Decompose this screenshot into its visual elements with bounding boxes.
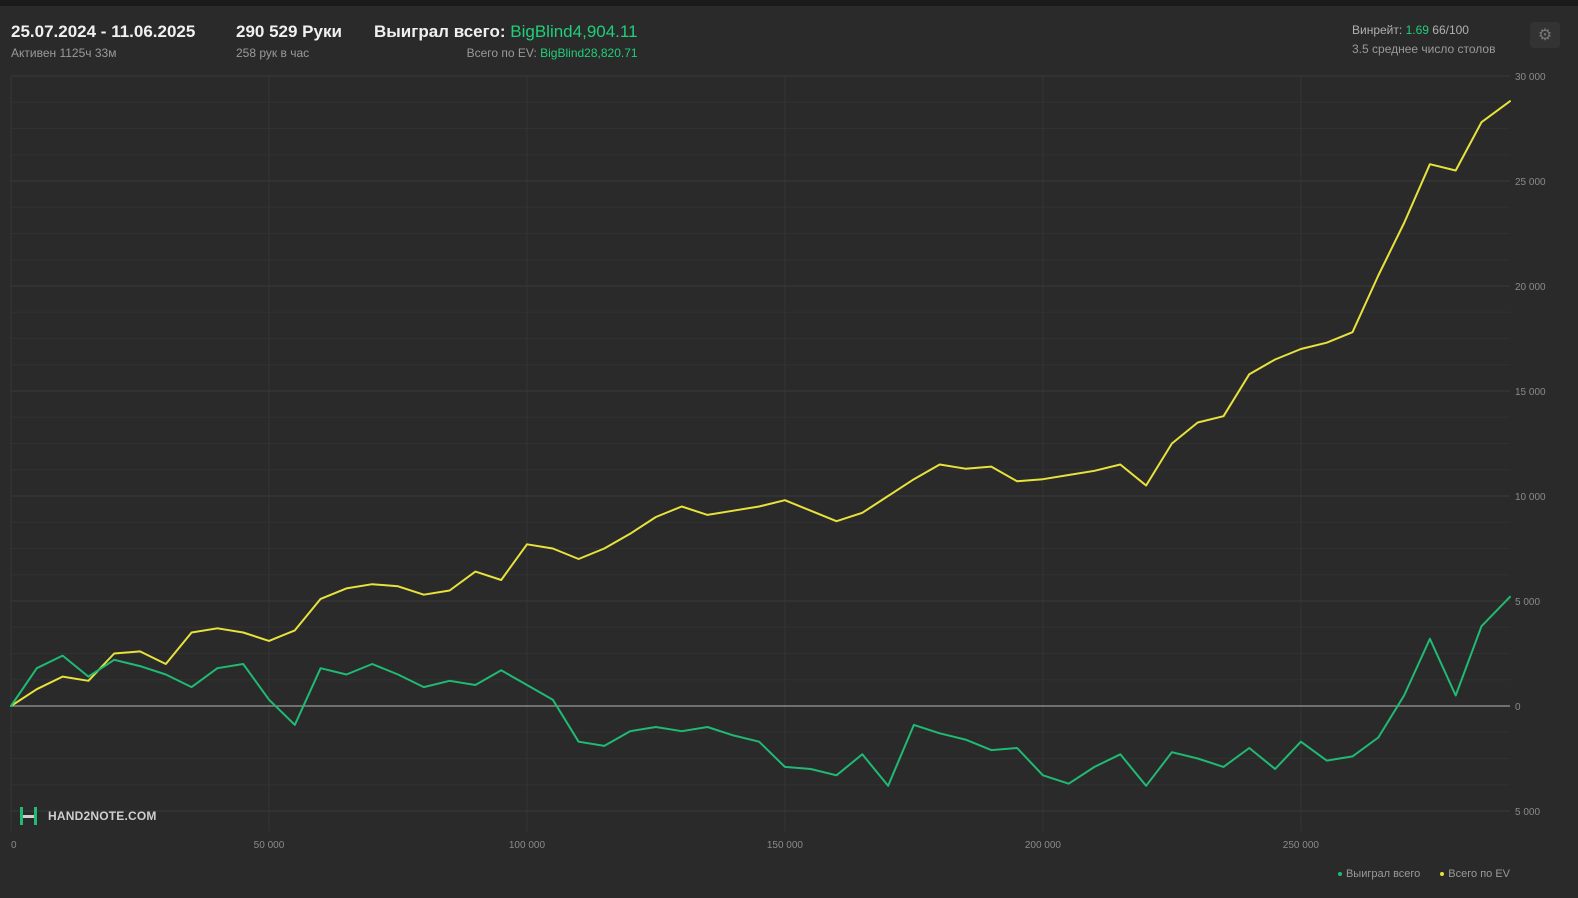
y-tick-label: 5 000 xyxy=(1515,807,1540,818)
y-tick-label: 25 000 xyxy=(1515,177,1546,188)
legend-label-won: Выиграл всего xyxy=(1345,868,1421,880)
y-tick-label: 0 xyxy=(1515,702,1521,713)
profit-chart: 30 000 25 000 20 000 15 000 10 000 5 000 0 5 00… xyxy=(10,72,1546,851)
legend-item-ev[interactable]: Всего по EV xyxy=(1440,868,1510,880)
x-tick-label: 50 000 xyxy=(254,840,285,851)
series-line-won xyxy=(10,595,1511,787)
x-tick-label: 150 000 xyxy=(767,840,804,851)
legend-swatch-won xyxy=(1337,872,1342,876)
logo-text: HAND2NOTE.COM xyxy=(48,809,157,823)
legend-item-won[interactable]: Выиграл всего xyxy=(1337,868,1421,880)
x-tick-label: 250 000 xyxy=(1283,840,1320,851)
y-tick-label: 15 000 xyxy=(1515,387,1546,398)
hand2note-logo-icon xyxy=(20,807,37,825)
y-tick-label: 20 000 xyxy=(1515,282,1546,293)
y-tick-label: 5 000 xyxy=(1515,597,1540,608)
y-tick-label: 30 000 xyxy=(1515,72,1546,83)
series-line-ev xyxy=(10,100,1511,707)
legend-swatch-ev xyxy=(1440,872,1445,876)
chart-legend: Выиграл всего Всего по EV xyxy=(1337,868,1510,880)
x-tick-label: 100 000 xyxy=(509,840,546,851)
x-tick-label: 0 xyxy=(11,840,17,851)
x-tick-label: 200 000 xyxy=(1025,840,1062,851)
y-tick-label: 10 000 xyxy=(1515,492,1546,503)
legend-label-ev: Всего по EV xyxy=(1448,868,1510,880)
hand2note-logo: HAND2NOTE.COM xyxy=(18,805,157,827)
